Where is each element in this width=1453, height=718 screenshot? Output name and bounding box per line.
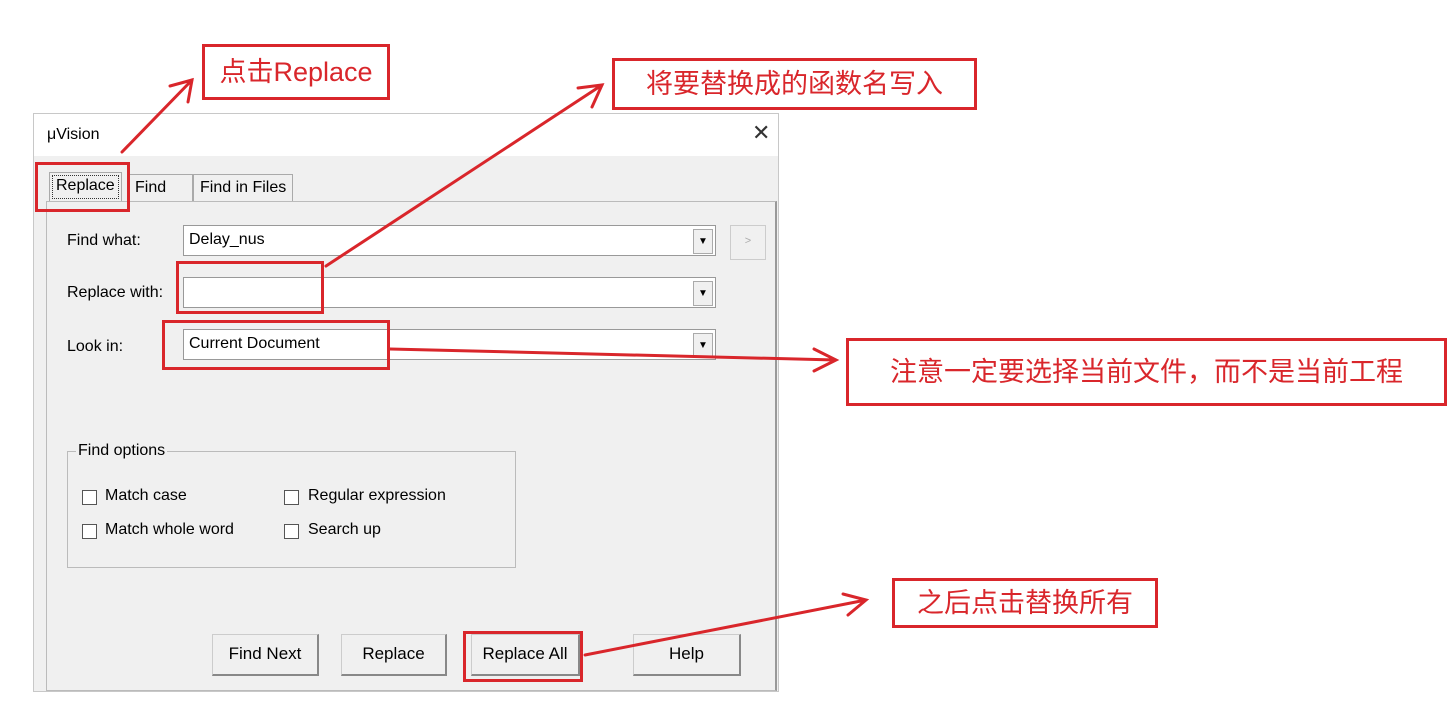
arrow-to-write-name xyxy=(324,83,605,268)
callout-choose-document: 注意一定要选择当前文件，而不是当前工程 xyxy=(846,338,1447,406)
arrow-to-replace-all xyxy=(583,592,870,657)
callout-click-replace: 点击Replace xyxy=(202,44,390,100)
arrow-to-click-replace xyxy=(120,77,194,154)
arrow-to-choose-document xyxy=(388,347,840,373)
callout-replace-all: 之后点击替换所有 xyxy=(892,578,1158,628)
callout-write-name: 将要替换成的函数名写入 xyxy=(612,58,977,110)
